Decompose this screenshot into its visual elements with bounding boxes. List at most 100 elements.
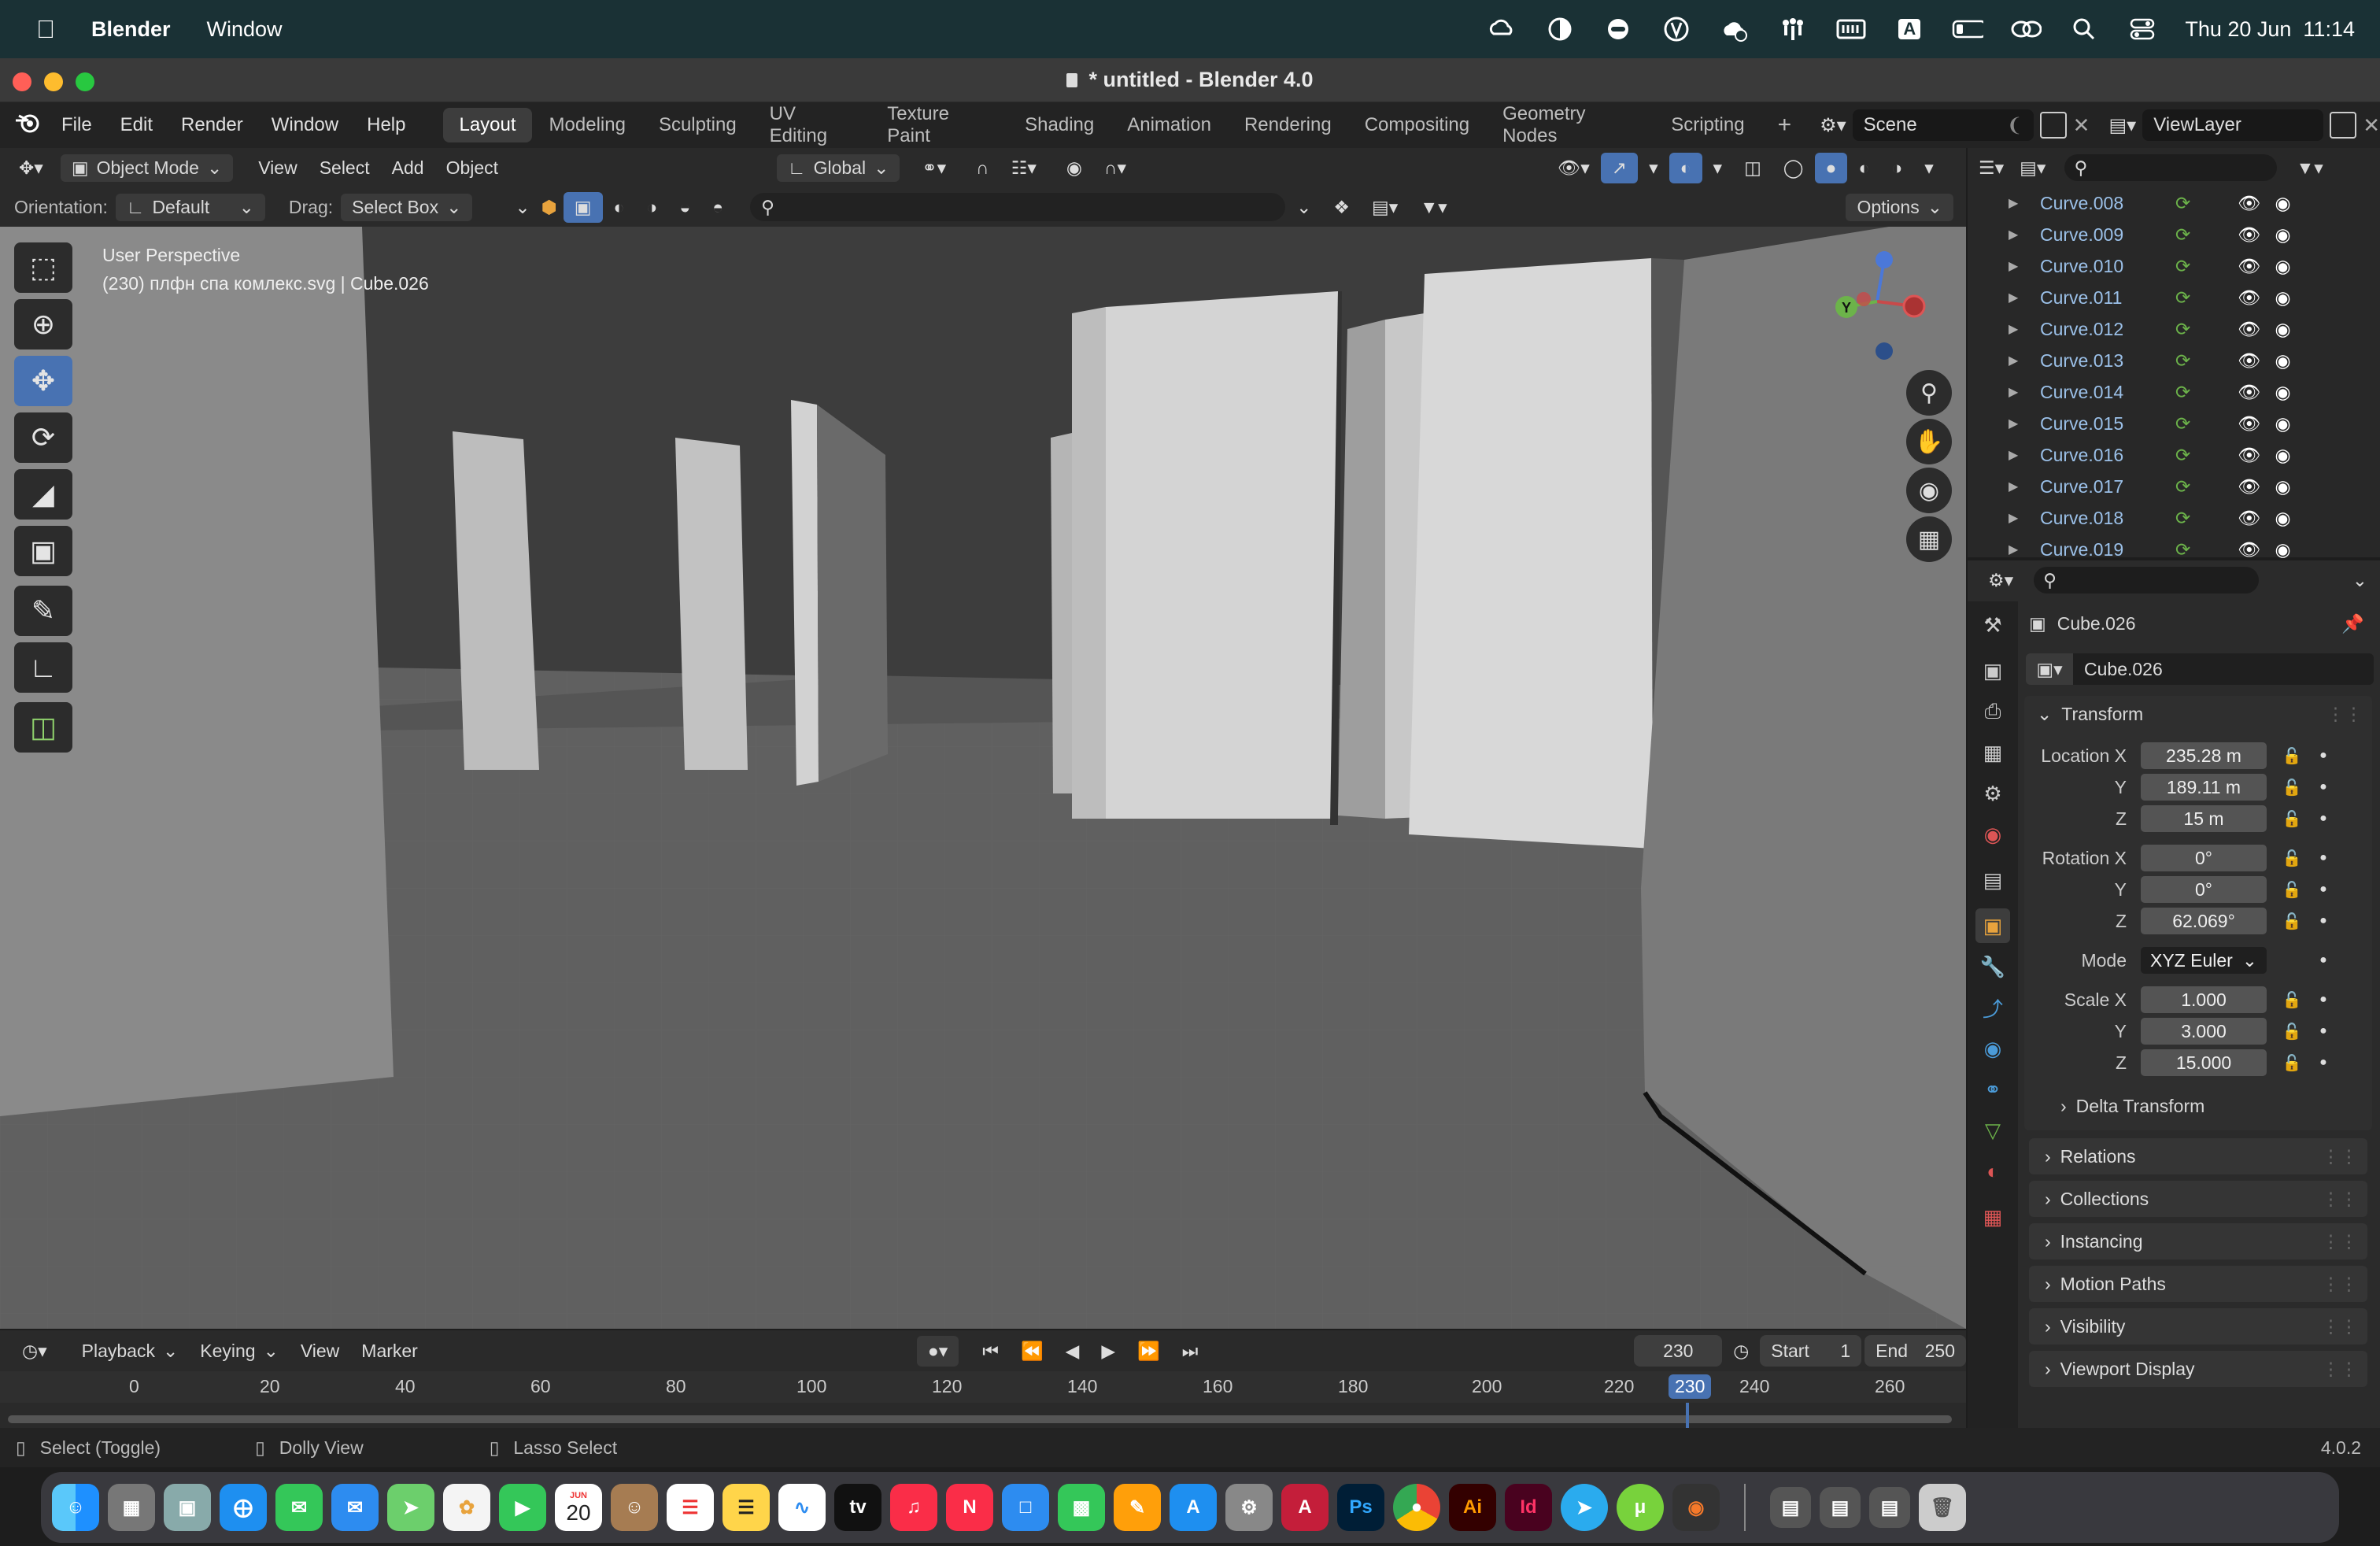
mode-dropdown[interactable]: ▣ Object Mode ⌄ — [60, 153, 234, 182]
collapse-chevron-icon[interactable]: ⌄ — [504, 192, 541, 223]
curve-data-icon[interactable]: ⟳ — [2175, 350, 2190, 372]
wireframe-shading-icon[interactable]: ◯ — [1772, 153, 1815, 183]
camera-icon[interactable]: ◉ — [2275, 224, 2290, 246]
3d-viewport[interactable]: ✥▾ ▣ Object Mode ⌄ View Select Add Object … — [0, 148, 1966, 1329]
clock[interactable]: Thu 20 Jun 11:14 — [2185, 17, 2355, 42]
curve-data-icon[interactable]: ⟳ — [2175, 256, 2190, 277]
drag-handle-icon[interactable]: ⋮⋮ — [2322, 1189, 2358, 1210]
select-invert-icon[interactable]: ◒ — [668, 192, 701, 223]
rotate-icon[interactable]: ⟳ — [14, 412, 72, 463]
expand-arrow-icon[interactable]: ▶ — [2009, 416, 2040, 431]
curve-data-icon[interactable]: ⟳ — [2175, 382, 2190, 403]
menu-add[interactable]: Add — [381, 153, 435, 183]
tab-animation[interactable]: Animation — [1111, 108, 1227, 142]
drag-handle-icon[interactable]: ⋮⋮ — [2326, 704, 2363, 725]
notes-icon[interactable]: ☰ — [722, 1484, 770, 1531]
drag-handle-icon[interactable]: ⋮⋮ — [2322, 1146, 2358, 1167]
indesign-icon[interactable]: Id — [1505, 1484, 1552, 1531]
options-dropdown[interactable]: Options ⌄ — [1846, 193, 1953, 221]
eye-icon[interactable]: 👁 — [2238, 256, 2260, 277]
eye-icon[interactable]: 👁 — [2238, 539, 2260, 560]
outliner-row[interactable]: ▶ Curve.015 ⟳ 👁 ◉ — [2009, 408, 2380, 439]
play-icon[interactable]: ▶ — [1090, 1336, 1126, 1367]
panel-collections[interactable]: › Collections ⋮⋮ — [2029, 1181, 2367, 1217]
freeform-icon[interactable]: ∿ — [778, 1484, 826, 1531]
menu-object[interactable]: Object — [435, 153, 509, 183]
object-name-field[interactable]: Cube.026 — [2073, 653, 2374, 685]
recent-document-icon[interactable]: ▤ — [1869, 1487, 1910, 1528]
eye-icon[interactable]: 👁 — [2238, 319, 2260, 340]
cursor-icon[interactable]: ⊕ — [14, 299, 72, 350]
vpn-icon[interactable] — [1661, 15, 1692, 43]
tool-tab-icon[interactable]: ⚒ — [1975, 608, 2010, 642]
expand-arrow-icon[interactable]: ▶ — [2009, 384, 2040, 400]
lock-icon[interactable]: 🔓 — [2278, 746, 2306, 766]
outliner-row[interactable]: ▶ Curve.008 ⟳ 👁 ◉ — [2009, 187, 2380, 219]
camera-icon[interactable]: ◉ — [2275, 382, 2290, 403]
snap-target-icon[interactable]: ☷▾ — [1000, 153, 1048, 183]
lock-icon[interactable]: 🔓 — [2278, 912, 2306, 931]
drag-handle-icon[interactable]: ⋮⋮ — [2322, 1359, 2358, 1380]
close-window-button[interactable] — [13, 72, 31, 91]
curve-data-icon[interactable]: ⟳ — [2175, 476, 2190, 497]
new-scene-icon[interactable] — [2039, 112, 2067, 139]
outliner-row[interactable]: ▶ Curve.010 ⟳ 👁 ◉ — [2009, 250, 2380, 282]
solid-shading-icon[interactable]: ● — [1814, 152, 1848, 183]
xray-toggle-icon[interactable]: ◫ — [1733, 153, 1772, 183]
launchpad-icon[interactable]: ▦ — [108, 1484, 155, 1531]
add-cube-icon[interactable]: ◫ — [14, 702, 72, 753]
telegram-icon[interactable]: ➤ — [1561, 1484, 1608, 1531]
material-tab-icon[interactable]: ◐ — [1975, 1154, 2010, 1189]
curve-data-icon[interactable]: ⟳ — [2175, 539, 2190, 560]
keyframe-dot-icon[interactable]: ● — [2314, 993, 2333, 1007]
menu-view[interactable]: View — [247, 153, 308, 183]
expand-arrow-icon[interactable]: ▶ — [2009, 321, 2040, 337]
zoom-window-button[interactable] — [76, 72, 94, 91]
transform-panel-header[interactable]: ⌄ Transform ⋮⋮ — [2024, 696, 2372, 732]
expand-arrow-icon[interactable]: ▶ — [2009, 479, 2040, 494]
creative-cloud-icon[interactable] — [1486, 15, 1517, 43]
fan-icon[interactable] — [1777, 15, 1809, 43]
halfmoon-icon[interactable] — [1544, 15, 1576, 43]
eye-icon[interactable]: 👁 — [2238, 193, 2260, 214]
proportional-edit-icon[interactable]: ◉ — [1055, 153, 1093, 183]
falloff-icon[interactable]: ∩▾ — [1093, 153, 1137, 183]
lock-icon[interactable]: 🔓 — [2278, 1053, 2306, 1073]
numbers-icon[interactable]: ▩ — [1058, 1484, 1105, 1531]
current-frame-field[interactable]: 230 — [1634, 1335, 1723, 1367]
scene-field[interactable]: Scene ❨ — [1852, 109, 2034, 141]
color-cube-icon[interactable]: ⬢ — [541, 197, 557, 218]
tab-rendering[interactable]: Rendering — [1229, 108, 1347, 142]
tab-sculpting[interactable]: Sculpting — [643, 108, 752, 142]
menu-window[interactable]: Window — [257, 114, 353, 136]
scale-icon[interactable]: ◢ — [14, 469, 72, 520]
drag-dropdown[interactable]: Select Box ⌄ — [341, 193, 473, 221]
expand-arrow-icon[interactable]: ▶ — [2009, 542, 2040, 557]
keyframe-dot-icon[interactable]: ● — [2314, 851, 2333, 865]
rotation-z-field[interactable]: 62.069° — [2141, 908, 2267, 934]
data-tab-icon[interactable]: ▽ — [1975, 1113, 2010, 1148]
keyframe-dot-icon[interactable]: ● — [2314, 953, 2333, 967]
keyframe-dot-icon[interactable]: ● — [2314, 780, 2333, 794]
curve-data-icon[interactable]: ⟳ — [2175, 413, 2190, 435]
outliner-row[interactable]: ▶ Curve.016 ⟳ 👁 ◉ — [2009, 439, 2380, 471]
outliner-row[interactable]: ▶ Curve.013 ⟳ 👁 ◉ — [2009, 345, 2380, 376]
tab-layout[interactable]: Layout — [443, 108, 532, 142]
material-shading-icon[interactable]: ◐ — [1847, 153, 1880, 183]
app-menu-blender[interactable]: Blender — [91, 17, 171, 42]
location-x-field[interactable]: 235.28 m — [2141, 742, 2267, 769]
keyframe-dot-icon[interactable]: ● — [2314, 1056, 2333, 1070]
properties-options-chevron-icon[interactable]: ⌄ — [2352, 570, 2367, 591]
gizmo-toggle-icon[interactable]: ↗ — [1600, 152, 1639, 183]
world-tab-icon[interactable]: ◉ — [1975, 817, 2010, 852]
input-source-icon[interactable]: A — [1894, 15, 1925, 43]
eye-icon[interactable]: 👁 — [2238, 476, 2260, 497]
panel-viewport-display[interactable]: › Viewport Display ⋮⋮ — [2029, 1351, 2367, 1387]
recent-document-icon[interactable]: ▤ — [1820, 1487, 1861, 1528]
curve-data-icon[interactable]: ⟳ — [2175, 319, 2190, 340]
orientation-dropdown[interactable]: ∟ Default ⌄ — [115, 193, 265, 221]
camera-icon[interactable]: ◉ — [2275, 445, 2290, 466]
pan-hand-icon[interactable]: ✋ — [1906, 419, 1952, 464]
camera-icon[interactable]: ◉ — [2275, 319, 2290, 340]
object-tab-icon[interactable]: ▣ — [1975, 908, 2010, 943]
